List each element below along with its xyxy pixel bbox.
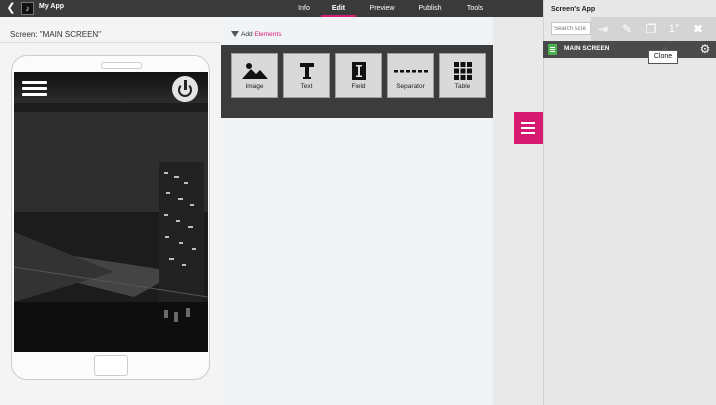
screen-row[interactable]: MAIN SCREEN (543, 41, 716, 58)
gear-icon[interactable]: ⚙ (698, 41, 712, 58)
image-icon (232, 61, 277, 81)
clone-icon[interactable]: ❐ (641, 20, 661, 38)
elements-link[interactable]: Elements (254, 31, 281, 38)
tab-preview[interactable]: Preview (361, 0, 403, 17)
screens-panel (543, 0, 716, 405)
triangle-down-icon (231, 31, 239, 37)
phone-speaker (101, 62, 142, 69)
trash-icon[interactable]: ✖ (688, 20, 708, 38)
text-icon (284, 61, 329, 81)
pencil-icon[interactable]: ✎ (617, 20, 637, 38)
first-icon[interactable]: 1° (664, 20, 684, 38)
search-input[interactable] (551, 22, 591, 35)
screen-name: MAIN SCREEN (564, 45, 610, 52)
music-note-icon: ♪ (21, 2, 34, 15)
city-night-background (14, 72, 208, 352)
chevron-left-icon[interactable]: ❮ (5, 2, 17, 15)
add-elements-toggle[interactable]: Add Elements (231, 31, 281, 38)
add-field-element[interactable]: Field (335, 53, 382, 98)
add-text-element[interactable]: Text (283, 53, 330, 98)
panel-title: Screen's App (551, 6, 596, 13)
add-table-element[interactable]: Table (439, 53, 486, 98)
field-icon (336, 61, 381, 81)
phone-home-button (94, 355, 128, 376)
add-image-element[interactable]: Image (231, 53, 278, 98)
table-icon (440, 61, 485, 81)
add-separator-element[interactable]: Separator (387, 53, 434, 98)
screen-label: Screen: "MAIN SCREEN" (0, 17, 221, 43)
screen-toolbar: ⇥ ✎ ❐ 1° ✖ (591, 17, 716, 41)
phone-screen[interactable] (14, 72, 208, 352)
tab-info[interactable]: Info (288, 0, 320, 17)
separator-icon (388, 61, 433, 81)
app-name: My App (39, 3, 65, 10)
clone-tooltip: Clone (648, 46, 678, 64)
page-icon (548, 44, 557, 55)
enter-icon[interactable]: ⇥ (593, 20, 613, 38)
tab-tools[interactable]: Tools (457, 0, 493, 17)
power-icon[interactable] (172, 76, 198, 102)
tab-publish[interactable]: Publish (409, 0, 451, 17)
list-toggle-icon[interactable] (514, 112, 543, 144)
tab-edit[interactable]: Edit (321, 0, 356, 17)
